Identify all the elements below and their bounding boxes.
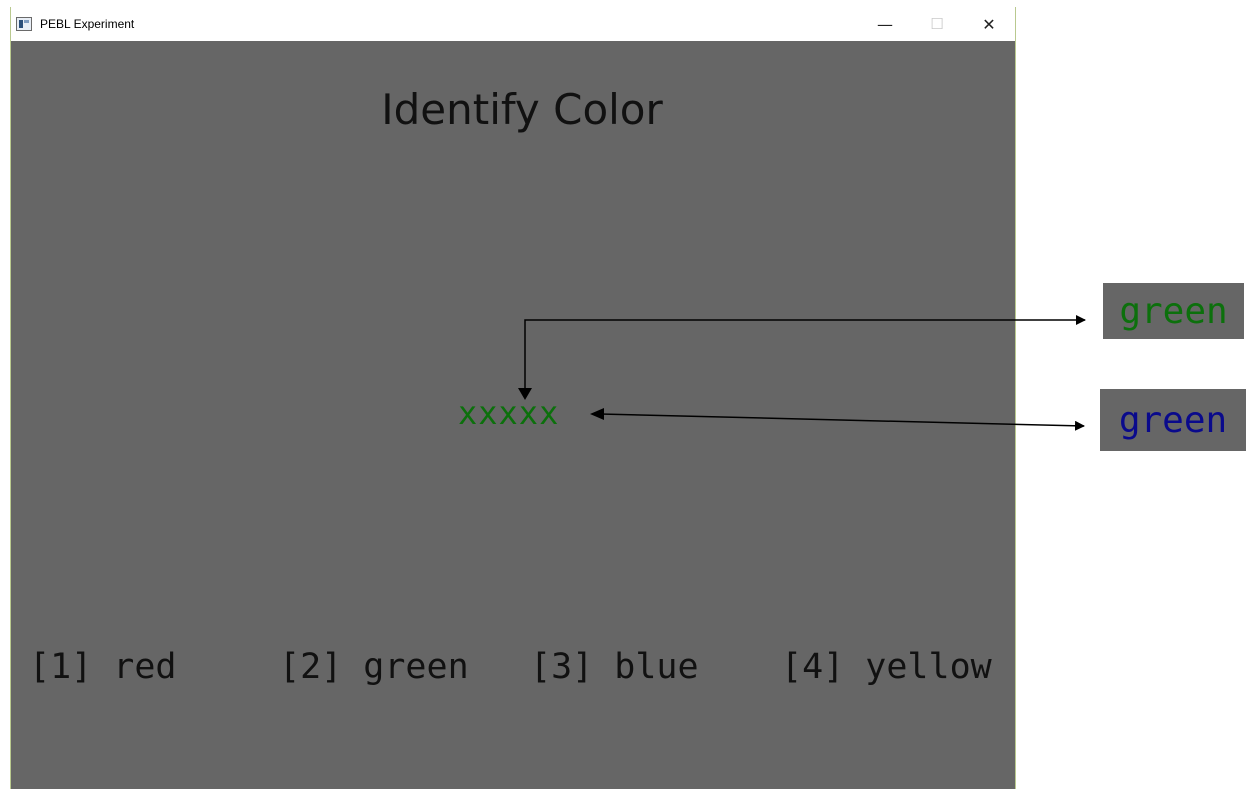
word-arrow — [524, 315, 1086, 396]
ink-arrow-head-left — [590, 408, 604, 420]
ink-arrow — [599, 413, 1085, 431]
word-arrow-head-down — [518, 388, 532, 400]
annotation-arrows — [518, 315, 1086, 431]
